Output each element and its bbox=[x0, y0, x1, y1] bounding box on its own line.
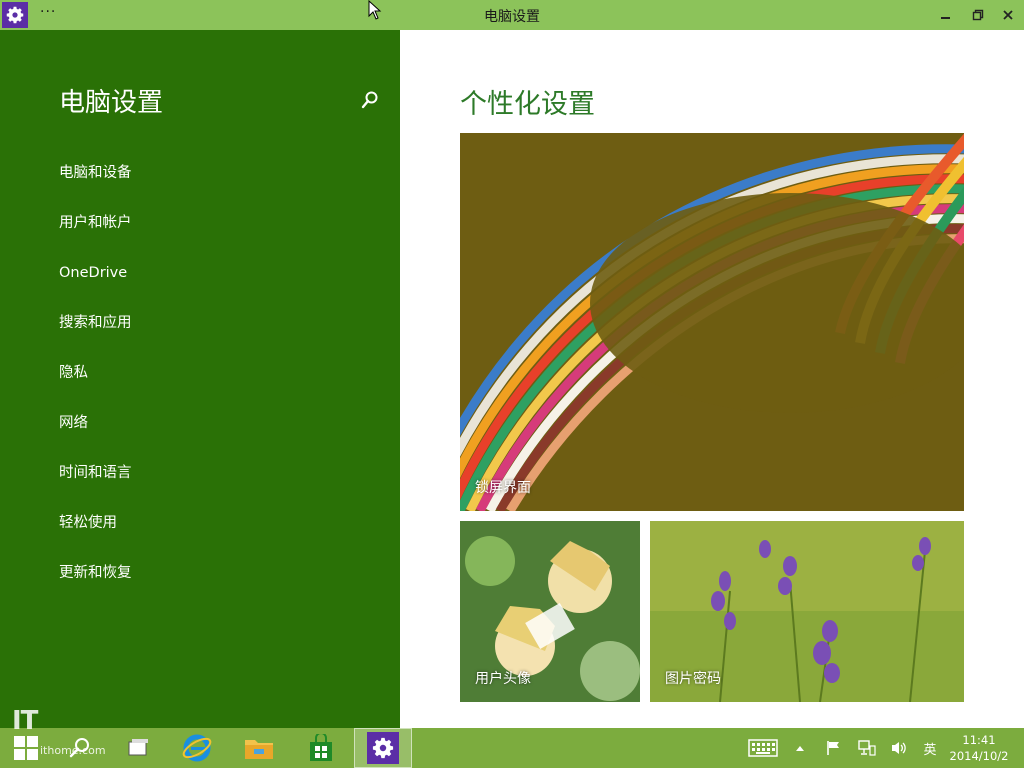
sidebar-item-update-recovery[interactable]: 更新和恢复 bbox=[59, 560, 132, 610]
watermark-logo: IT bbox=[12, 706, 38, 736]
account-picture-tile[interactable]: 用户头像 bbox=[460, 521, 640, 702]
clock-date: 2014/10/2 bbox=[949, 749, 1009, 763]
touch-keyboard-icon[interactable] bbox=[746, 728, 780, 768]
window-title: 电脑设置 bbox=[484, 9, 540, 25]
mouse-pointer-icon bbox=[368, 0, 382, 24]
clock-time: 11:41 bbox=[962, 733, 996, 747]
sidebar-item-pc-devices[interactable]: 电脑和设备 bbox=[59, 160, 132, 210]
sidebar-item-time-language[interactable]: 时间和语言 bbox=[59, 460, 132, 510]
sidebar-item-privacy[interactable]: 隐私 bbox=[59, 360, 132, 410]
windows-logo-icon bbox=[14, 736, 38, 760]
taskbar: 英 11:41 2014/10/2 bbox=[0, 728, 1024, 768]
account-picture-label: 用户头像 bbox=[475, 671, 531, 687]
main-content: 个性化设置 锁屏界面 用户头像 图片密码 bbox=[400, 30, 1024, 728]
ime-indicator[interactable]: 英 bbox=[918, 728, 942, 768]
lock-screen-tile[interactable]: 锁屏界面 bbox=[460, 133, 964, 511]
task-view-icon[interactable] bbox=[116, 728, 160, 768]
network-icon[interactable] bbox=[854, 728, 880, 768]
action-center-flag-icon[interactable] bbox=[822, 728, 846, 768]
minimize-icon[interactable] bbox=[934, 3, 958, 27]
sidebar-item-search-apps[interactable]: 搜索和应用 bbox=[59, 310, 132, 360]
lock-screen-image bbox=[460, 133, 964, 511]
picture-password-label: 图片密码 bbox=[665, 671, 721, 687]
sidebar-nav: 电脑和设备 用户和帐户 OneDrive 搜索和应用 隐私 网络 时间和语言 轻… bbox=[59, 160, 132, 610]
watermark-site: ithome.com bbox=[40, 744, 106, 757]
sidebar: 电脑设置 电脑和设备 用户和帐户 OneDrive 搜索和应用 隐私 网络 时间… bbox=[0, 30, 400, 728]
show-hidden-icons-icon[interactable] bbox=[790, 728, 810, 768]
close-icon[interactable] bbox=[996, 3, 1020, 27]
sidebar-item-accounts[interactable]: 用户和帐户 bbox=[59, 210, 132, 260]
picture-password-tile[interactable]: 图片密码 bbox=[650, 521, 964, 702]
settings-taskbar-icon[interactable] bbox=[354, 728, 412, 768]
sidebar-item-network[interactable]: 网络 bbox=[59, 410, 132, 460]
search-icon[interactable] bbox=[360, 90, 382, 112]
sidebar-title: 电脑设置 bbox=[59, 88, 164, 118]
lock-screen-label: 锁屏界面 bbox=[475, 480, 531, 496]
clock[interactable]: 11:41 2014/10/2 bbox=[946, 732, 1012, 764]
volume-icon[interactable] bbox=[886, 728, 912, 768]
restore-icon[interactable] bbox=[966, 3, 990, 27]
sidebar-item-onedrive[interactable]: OneDrive bbox=[59, 260, 132, 310]
title-bar: ··· 电脑设置 bbox=[0, 0, 1024, 30]
page-title: 个性化设置 bbox=[460, 89, 595, 120]
file-explorer-icon[interactable] bbox=[236, 728, 282, 768]
store-icon[interactable] bbox=[298, 728, 344, 768]
sidebar-item-ease-of-access[interactable]: 轻松使用 bbox=[59, 510, 132, 560]
internet-explorer-icon[interactable] bbox=[174, 728, 220, 768]
